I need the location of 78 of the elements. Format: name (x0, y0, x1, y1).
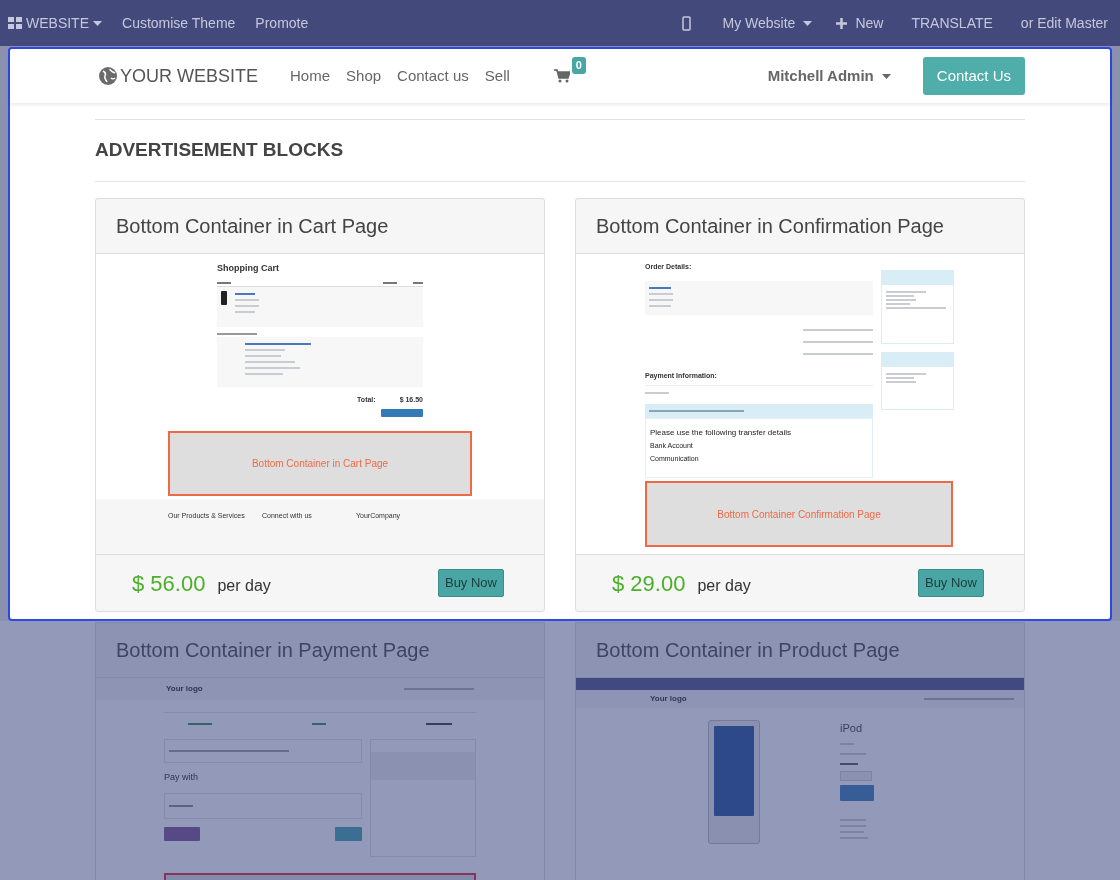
card-title: Bottom Container in Payment Page (116, 638, 430, 663)
plus-icon (836, 17, 848, 29)
text-placeholder-line (245, 348, 285, 351)
text-placeholder-line (383, 281, 397, 284)
price: $ 29.00 (612, 569, 686, 598)
text-placeholder-line (886, 373, 926, 375)
price-unit: per day (697, 575, 751, 596)
editor-menu-item[interactable]: Promote (255, 12, 309, 34)
text-placeholder-line (886, 381, 916, 383)
text-placeholder-line (245, 366, 300, 369)
price: $ 56.00 (132, 569, 206, 598)
nav-link[interactable]: Sell (484, 64, 510, 88)
text-placeholder-line (404, 688, 474, 690)
text-placeholder-line (312, 723, 326, 725)
text-placeholder-line (840, 762, 858, 765)
cart-count-badge: 0 (571, 57, 586, 74)
text-placeholder-line (245, 372, 283, 375)
text-placeholder-line (886, 299, 916, 301)
nav-link[interactable]: Contact us (397, 64, 469, 88)
text-placeholder-line (235, 292, 255, 295)
buy-now-button[interactable]: Buy Now (437, 569, 504, 597)
text-placeholder-line (217, 281, 231, 284)
grid-icon (8, 17, 22, 29)
site-logo[interactable]: YOUR WEBSITE (98, 62, 258, 90)
text-placeholder-line (886, 307, 946, 309)
text-placeholder-line (426, 723, 452, 725)
price-unit: per day (217, 575, 271, 596)
caret-icon (803, 20, 813, 26)
nav-link[interactable]: Home (290, 64, 331, 88)
card-title: Bottom Container in Product Page (596, 638, 900, 663)
text-placeholder-line (886, 303, 910, 305)
ad-label: Bottom Container in Cart Page (251, 457, 389, 471)
contact-us-button[interactable]: Contact Us (922, 56, 1025, 96)
card-title: Bottom Container in Cart Page (116, 214, 389, 239)
mobile-preview-icon[interactable] (681, 15, 691, 31)
text-placeholder-line (245, 360, 295, 363)
transfer-heading: Please use the following transfer details (650, 427, 792, 439)
text-placeholder-line (803, 328, 873, 331)
text-placeholder-line (245, 342, 311, 345)
globe-icon (98, 66, 118, 86)
text-placeholder-line (188, 723, 212, 725)
caret-icon (881, 73, 891, 79)
app-menu[interactable]: WEBSITE (8, 12, 102, 34)
text-placeholder-line (803, 352, 873, 355)
text-placeholder-line (245, 354, 281, 357)
edit-master-link[interactable]: or Edit Master (1020, 12, 1108, 34)
nav-link[interactable]: Shop (346, 64, 382, 88)
text-placeholder-line (649, 304, 671, 307)
preview-logo: Your logo (166, 683, 203, 695)
product-title: iPod (840, 721, 864, 736)
card-title: Bottom Container in Confirmation Page (596, 214, 944, 239)
preview-logo: Your logo (650, 693, 687, 705)
website-menu[interactable]: My Website (722, 12, 813, 34)
text-placeholder-line (803, 340, 873, 343)
text-placeholder-line (235, 298, 259, 301)
caret-icon (93, 20, 102, 26)
text-placeholder-line (649, 292, 673, 295)
translate-button[interactable]: TRANSLATE (911, 12, 993, 34)
cart-icon[interactable] (553, 69, 570, 83)
text-placeholder-line (886, 295, 914, 297)
preview-heading: Shopping Cart (217, 262, 280, 275)
pay-heading: Pay with (164, 771, 199, 784)
text-placeholder-line (649, 298, 673, 301)
text-placeholder-line (169, 804, 193, 807)
ad-label: Bottom Container Confirmation Page (717, 507, 881, 522)
device-icon (221, 290, 227, 305)
text-placeholder-line (645, 392, 669, 394)
new-button[interactable]: New (836, 12, 884, 34)
text-placeholder-line (235, 304, 259, 307)
editor-menu-item[interactable]: Customise Theme (122, 12, 236, 34)
text-placeholder-line (886, 291, 926, 293)
text-placeholder-line (235, 310, 255, 313)
text-placeholder-line (649, 286, 671, 289)
buy-now-button[interactable]: Buy Now (917, 569, 984, 597)
text-placeholder-line (886, 377, 914, 379)
user-menu[interactable]: Mitchell Admin (767, 64, 891, 88)
section-title: ADVERTISEMENT BLOCKS (95, 138, 344, 163)
text-placeholder-line (217, 332, 257, 335)
